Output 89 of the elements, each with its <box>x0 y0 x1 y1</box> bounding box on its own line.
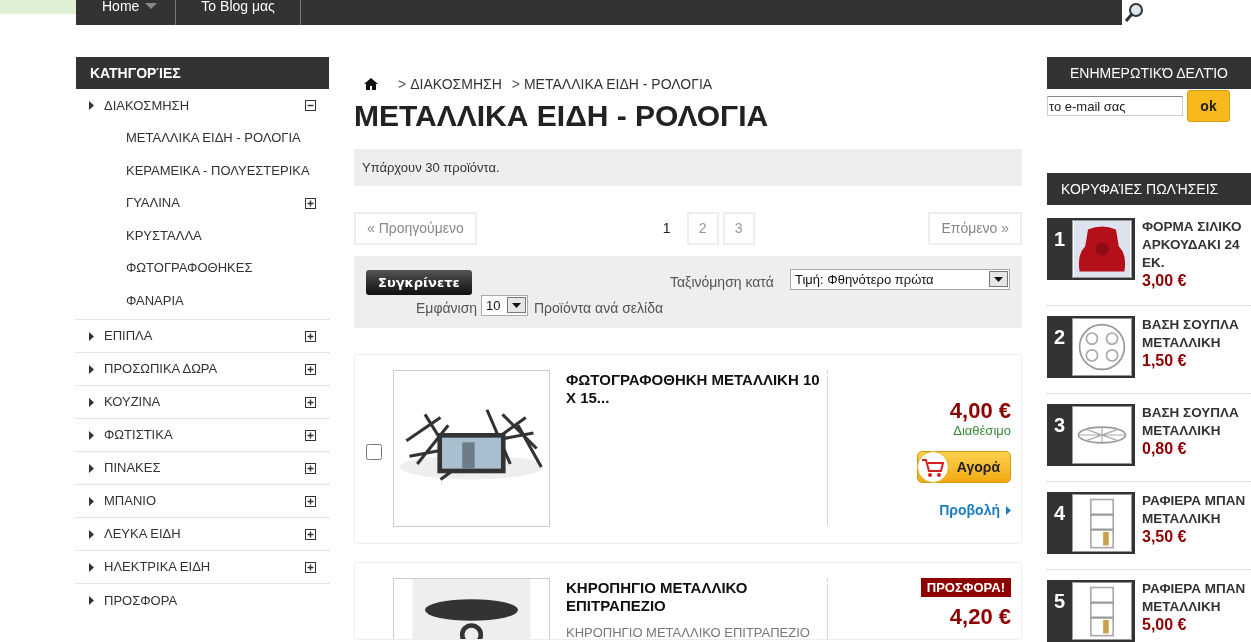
product-price: 4,00 € <box>949 399 1011 423</box>
sidebar-heading: ΚΑΤΗΓΟΡΊΕΣ <box>76 57 329 89</box>
compare-checkbox[interactable] <box>366 444 382 460</box>
product-name[interactable]: ΡΑΦΙΕΡΑ ΜΠΑΝ ΜΕΤΑΛΛΙΚΗ <box>1142 580 1250 616</box>
triangle-icon <box>89 430 94 440</box>
triangle-icon <box>1006 506 1011 515</box>
product-title[interactable]: ΦΩΤΟΓΡΑΦΟΘΗΚΗ ΜΕΤΑΛΛΙΚΗ 10 Χ 15... <box>566 371 821 407</box>
breadcrumb-link[interactable]: ΜΕΤΑΛΛΙΚΑ ΕΙΔΗ - ΡΟΛΟΓΙΑ <box>523 73 713 95</box>
availability-text: Διαθέσιμο <box>953 423 1011 439</box>
product-name[interactable]: ΡΑΦΙΕΡΑ ΜΠΑΝ ΜΕΤΑΛΛΙΚΗ <box>1142 492 1250 528</box>
rank-number: 5 <box>1052 589 1067 614</box>
product-price: 0,80 € <box>1142 440 1188 458</box>
expand-icon[interactable] <box>305 561 316 573</box>
sort-dropdown[interactable]: Τιμή: Φθηνότερο πρώτα <box>790 269 1010 290</box>
subcategory-link[interactable]: ΦΩΤΟΓΡΑΦΟΘΗΚΕΣ <box>126 259 316 278</box>
compare-button[interactable]: Συγκρίνετε <box>366 270 472 295</box>
subcategory-link[interactable]: ΜΕΤΑΛΛΙΚΑ ΕΙΔΗ - ΡΟΛΟΓΙΑ <box>126 129 316 148</box>
triangle-icon <box>89 364 94 374</box>
view-link[interactable]: Προβολή <box>939 500 1011 521</box>
rank-number: 1 <box>1052 227 1067 252</box>
breadcrumb-link[interactable]: ΔΙΑΚΟΣΜΗΣΗ <box>410 73 502 95</box>
home-icon[interactable] <box>364 78 378 90</box>
sidebar-heading: ΕΝΗΜΕΡΩΤΙΚΌ ΔΕΛΤΊΟ <box>1047 57 1251 89</box>
search-icon[interactable] <box>1124 3 1144 23</box>
category-link[interactable]: ΔΙΑΚΟΣΜΗΣΗ <box>104 95 305 116</box>
product-description: ΚΗΡΟΠΗΓΙΟ ΜΕΤΑΛΛΙΚΟ ΕΠΙΤΡΑΠΕΖΙΟ <box>566 625 811 639</box>
rank-number: 3 <box>1052 413 1067 438</box>
category-link[interactable]: ΗΛΕΚΤΡΙΚΑ ΕΙΔΗ <box>104 557 305 577</box>
subcategory-link[interactable]: ΓΥΑΛΙΝΑ <box>126 194 305 213</box>
category-link[interactable]: ΜΠΑΝΙΟ <box>104 491 305 511</box>
product-price: 4,20 € <box>949 605 1011 629</box>
triangle-icon <box>89 529 94 539</box>
page-link[interactable]: 1 <box>650 212 683 245</box>
nav-link[interactable]: Home <box>76 0 177 25</box>
sale-badge: ΠΡΟΣΦΟΡΑ! <box>920 578 1011 597</box>
expand-icon[interactable] <box>305 197 316 209</box>
expand-icon[interactable] <box>305 396 316 408</box>
triangle-icon <box>89 596 94 605</box>
subcategory-link[interactable]: ΚΕΡΑΜΕΙΚΑ - ΠΟΛΥΕΣΤΕΡΙΚΑ <box>126 161 316 180</box>
breadcrumb-separator: > <box>511 74 520 94</box>
next-link[interactable]: Επόμενο » <box>928 212 1022 245</box>
triangle-icon <box>89 496 94 506</box>
product-count: Υπάρχουν 30 προϊόντα. <box>354 149 1022 186</box>
ok-button[interactable]: ok <box>1187 90 1230 122</box>
product-price: 5,00 € <box>1142 616 1188 634</box>
rank-number: 2 <box>1052 325 1067 350</box>
buy-button[interactable]: Αγορά <box>917 451 1011 483</box>
expand-icon[interactable] <box>305 495 316 507</box>
triangle-icon <box>89 101 94 110</box>
expand-icon[interactable] <box>305 429 316 441</box>
category-link[interactable]: ΠΙΝΑΚΕΣ <box>104 458 305 478</box>
triangle-icon <box>89 562 94 572</box>
product-name[interactable]: ΦΟΡΜΑ ΣΙΛΙΚΟ ΑΡΚΟΥΔΑΚΙ 24 ΕΚ. <box>1142 218 1250 272</box>
per-page-label: Προϊόντα ανά σελίδα <box>534 299 664 318</box>
expand-icon[interactable] <box>305 528 316 540</box>
page-title: ΜΕΤΑΛΛΙΚΑ ΕΙΔΗ - ΡΟΛΟΓΙΑ <box>354 99 770 133</box>
category-link[interactable]: ΦΩΤΙΣΤΙΚΑ <box>104 425 305 445</box>
subcategory-link[interactable]: ΦΑΝΑΡΙΑ <box>126 291 316 310</box>
category-link[interactable]: ΠΡΟΣΦΟΡΑ <box>104 590 316 611</box>
triangle-icon <box>89 463 94 473</box>
previous-link[interactable]: « Προηγούμενο <box>354 212 477 245</box>
category-link[interactable]: ΛΕΥΚΑ ΕΙΔΗ <box>104 524 305 544</box>
product-price: 3,00 € <box>1142 272 1188 290</box>
email-field[interactable]: το e-mail σας <box>1047 96 1183 116</box>
per-page-dropdown[interactable]: 10 <box>481 295 528 316</box>
category-link[interactable]: ΚΟΥΖΙΝΑ <box>104 392 305 412</box>
show-label: Εμφάνιση <box>416 299 478 318</box>
caret-icon <box>145 3 158 9</box>
expand-icon[interactable] <box>305 462 316 474</box>
rank-number: 4 <box>1052 501 1067 526</box>
expand-icon[interactable] <box>305 363 316 375</box>
collapse-icon[interactable] <box>305 100 316 111</box>
product-title[interactable]: ΚΗΡΟΠΗΓΙΟ ΜΕΤΑΛΛΙΚΟ ΕΠΙΤΡΑΠΕΖΙΟ <box>566 579 821 615</box>
product-price: 3,50 € <box>1142 528 1188 546</box>
sort-label: Ταξινόμηση κατά <box>670 273 774 292</box>
cart-icon <box>917 451 949 483</box>
product-price: 1,50 € <box>1142 352 1188 370</box>
expand-icon[interactable] <box>305 330 316 342</box>
product-name[interactable]: ΒΑΣΗ ΣΟΥΠΛΑ ΜΕΤΑΛΛΙΚΗ <box>1142 316 1250 352</box>
triangle-icon <box>89 331 94 341</box>
search-field[interactable] <box>1122 0 1251 25</box>
product-name[interactable]: ΒΑΣΗ ΣΟΥΠΛΑ ΜΕΤΑΛΛΙΚΗ <box>1142 404 1250 440</box>
nav-link[interactable]: Το Blog μας <box>176 0 301 25</box>
triangle-icon <box>89 397 94 407</box>
sidebar-heading: ΚΟΡΥΦΑΊΕΣ ΠΩΛΉΣΕΙΣ <box>1047 173 1251 205</box>
subcategory-link[interactable]: ΚΡΥΣΤΑΛΛΑ <box>126 226 316 245</box>
category-link[interactable]: ΠΡΟΣΩΠΙΚΑ ΔΩΡΑ <box>104 359 305 379</box>
category-link[interactable]: ΕΠΙΠΛΑ <box>104 326 305 346</box>
breadcrumb-separator: > <box>398 74 407 94</box>
